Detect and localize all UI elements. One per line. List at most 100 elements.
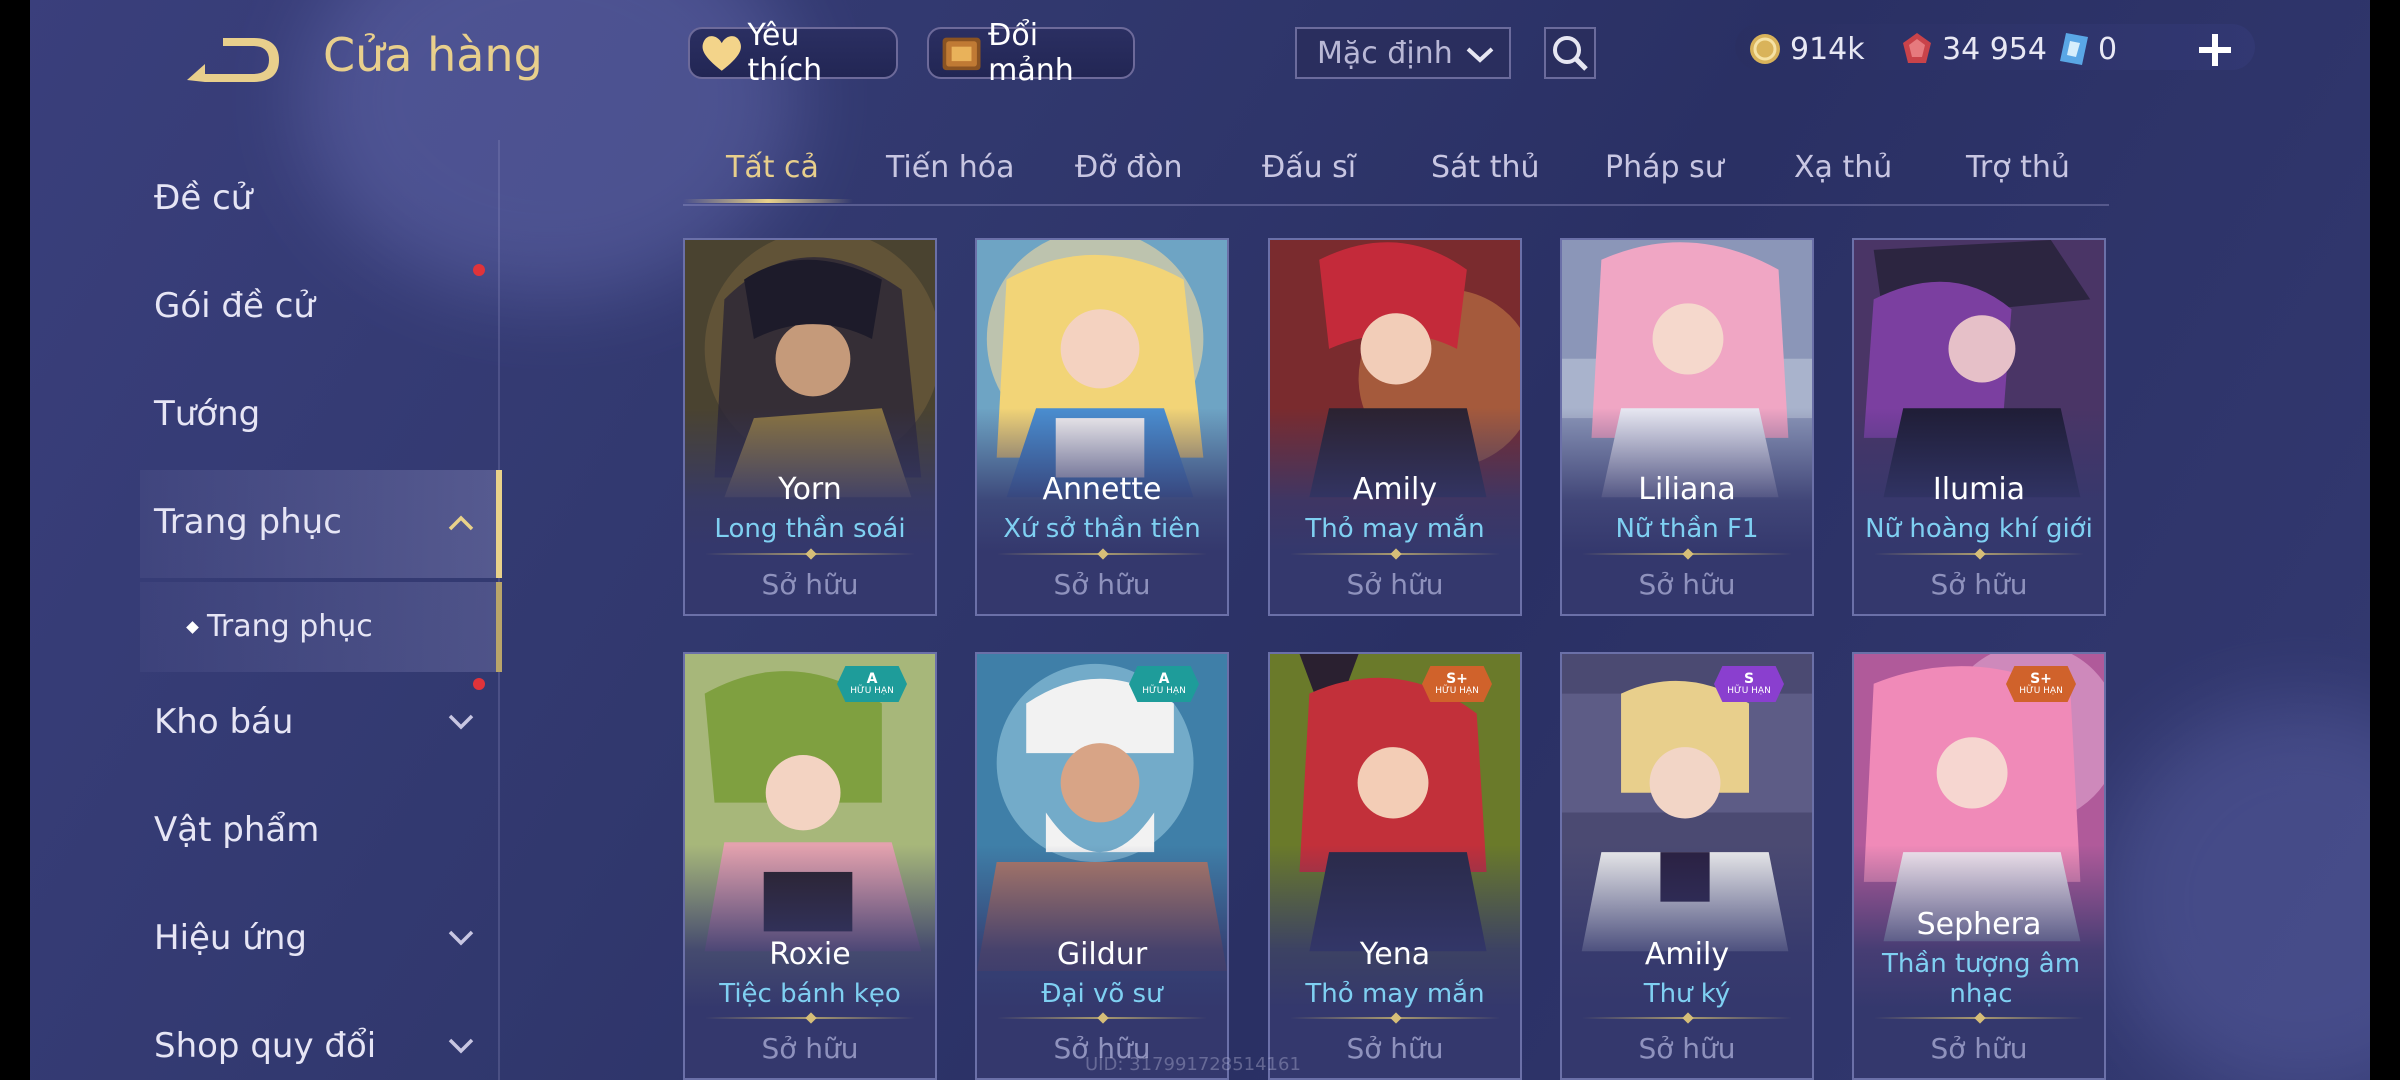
grade-badge: A HỮU HẠN [1129, 666, 1199, 702]
screen: Cửa hàng Yêu thích Đổi mảnh Mặc định 914… [0, 0, 2400, 1080]
skin-name: Thỏ may mắn [1305, 979, 1485, 1009]
search-icon [1553, 36, 1588, 71]
background-glow [2100, 700, 2400, 1080]
owned-status: Sở hữu [1638, 568, 1736, 601]
skin-card[interactable]: A HỮU HẠN Roxie Tiệc bánh kẹo Sở hữu [683, 652, 937, 1080]
badge-grade: S [1743, 670, 1755, 687]
owned-status: Sở hữu [761, 568, 859, 601]
tab-fighter[interactable]: Đấu sĩ [1262, 150, 1356, 185]
blue-voucher-icon [2060, 33, 2088, 65]
sort-selected-value: Mặc định [1317, 35, 1453, 71]
search-button[interactable] [1544, 27, 1596, 79]
badge-text: HỮU HẠN [1142, 685, 1186, 696]
chevron-down-icon [1466, 47, 1494, 63]
gold-currency: 914k [1748, 26, 1865, 72]
skin-name: Nữ thần F1 [1615, 514, 1759, 544]
hero-name: Sephera [1916, 907, 2042, 942]
badge-text: HỮU HẠN [850, 685, 894, 696]
voucher-amount: 0 [2098, 31, 2118, 67]
tab-all[interactable]: Tất cả [726, 150, 819, 185]
owned-status: Sở hữu [1638, 1032, 1736, 1065]
skin-card[interactable]: Annette Xứ sở thần tiên Sở hữu [975, 238, 1229, 616]
skin-name: Nữ hoàng khí giới [1865, 514, 2093, 544]
grade-badge: S+ HỮU HẠN [1422, 666, 1492, 702]
grade-badge: A HỮU HẠN [837, 666, 907, 702]
gold-amount: 914k [1790, 31, 1865, 67]
heart-icon [702, 36, 741, 71]
chevron-up-icon[interactable] [448, 515, 474, 531]
tab-evolution[interactable]: Tiến hóa [886, 150, 1015, 185]
sort-dropdown[interactable]: Mặc định [1295, 27, 1511, 79]
active-tab-indicator [683, 199, 853, 203]
skin-card[interactable]: S+ HỮU HẠN Sephera Thần tượng âm nhạc Sở… [1852, 652, 2106, 1080]
hero-name: Amily [1644, 937, 1730, 972]
back-arrow-icon[interactable] [183, 30, 283, 90]
sidebar-subitem-skins[interactable]: Trang phục [186, 609, 373, 644]
owned-status: Sở hữu [1930, 1032, 2028, 1065]
hero-name: Amily [1352, 472, 1438, 507]
skin-card[interactable]: Amily Thỏ may mắn Sở hữu [1268, 238, 1522, 616]
badge-grade: A [1158, 670, 1170, 687]
skin-name: Đại võ sư [1041, 979, 1163, 1009]
owned-status: Sở hữu [1346, 568, 1444, 601]
skin-card[interactable]: S+ HỮU HẠN Yena Thỏ may mắn Sở hữu [1268, 652, 1522, 1080]
sidebar-subitem-label: Trang phục [207, 609, 373, 644]
bullet-diamond-icon [186, 621, 199, 634]
skin-name: Thần tượng âm nhạc [1881, 949, 2081, 1009]
hero-name: Liliana [1638, 472, 1736, 507]
hero-name: Gildur [1056, 937, 1148, 972]
chevron-down-icon[interactable] [448, 930, 474, 946]
notification-dot [473, 264, 485, 276]
badge-grade: A [866, 670, 878, 687]
gem-amount: 34 954 [1942, 31, 2047, 67]
sidebar-item-skins[interactable]: Trang phục [154, 502, 342, 542]
skin-card[interactable]: Yorn Long thần soái Sở hữu [683, 238, 937, 616]
skin-card[interactable]: Ilumia Nữ hoàng khí giới Sở hữu [1852, 238, 2106, 616]
red-gem-icon [1903, 33, 1931, 63]
notification-dot [473, 678, 485, 690]
sidebar-item-items[interactable]: Vật phẩm [154, 810, 319, 850]
sidebar-item-exchange-shop[interactable]: Shop quy đổi [154, 1026, 376, 1066]
gold-coin-icon [1750, 34, 1780, 64]
owned-status: Sở hữu [1930, 568, 2028, 601]
badge-text: HỮU HẠN [1727, 685, 1771, 696]
sidebar-item-heroes[interactable]: Tướng [154, 394, 260, 434]
hero-name: Annette [1042, 472, 1162, 507]
user-id-watermark: UID: 3179917285141​61 [1085, 1054, 1301, 1075]
sidebar-item-recommended[interactable]: Đề cử [154, 178, 252, 218]
hero-name: Yorn [778, 472, 842, 507]
tab-tank[interactable]: Đỡ đòn [1075, 150, 1183, 185]
chevron-down-icon[interactable] [448, 714, 474, 730]
exchange-shards-button[interactable]: Đổi mảnh [927, 18, 1135, 88]
tab-assassin[interactable]: Sát thủ [1431, 150, 1540, 185]
voucher-currency: 0 [2058, 26, 2117, 72]
shard-chest-icon [942, 37, 981, 71]
tab-mage[interactable]: Pháp sư [1605, 150, 1724, 185]
chevron-down-icon[interactable] [448, 1038, 474, 1054]
add-currency-icon[interactable] [2195, 30, 2235, 70]
tab-support[interactable]: Trợ thủ [1966, 150, 2070, 185]
sidebar-item-effects[interactable]: Hiệu ứng [154, 918, 307, 958]
skin-card[interactable]: Liliana Nữ thần F1 Sở hữu [1560, 238, 1814, 616]
hero-name: Roxie [769, 937, 851, 972]
skin-card[interactable]: A HỮU HẠN Gildur Đại võ sư Sở hữu [975, 652, 1229, 1080]
gem-currency: 34 954 [1900, 26, 2047, 72]
screen-bezel-left [0, 0, 30, 1080]
badge-grade: S+ [1446, 670, 1468, 687]
tab-marksman[interactable]: Xạ thủ [1794, 150, 1892, 185]
owned-status: Sở hữu [761, 1032, 859, 1065]
grade-badge: S+ HỮU HẠN [2006, 666, 2076, 702]
skin-card[interactable]: S HỮU HẠN Amily Thư ký Sở hữu [1560, 652, 1814, 1080]
sidebar-item-treasure[interactable]: Kho báu [154, 702, 293, 742]
screen-bezel-right [2370, 0, 2400, 1080]
owned-status: Sở hữu [1346, 1032, 1444, 1065]
page-title: Cửa hàng [323, 28, 543, 82]
skin-name: Long thần soái [714, 514, 906, 544]
hero-name: Ilumia [1932, 472, 2026, 507]
exchange-label: Đổi mảnh [988, 18, 1074, 88]
badge-text: HỮU HẠN [1435, 685, 1479, 696]
badge-text: HỮU HẠN [2019, 685, 2063, 696]
favorites-button[interactable]: Yêu thích [688, 18, 898, 88]
owned-status: Sở hữu [1053, 568, 1151, 601]
sidebar-item-recommended-packs[interactable]: Gói đề cử [154, 286, 315, 326]
